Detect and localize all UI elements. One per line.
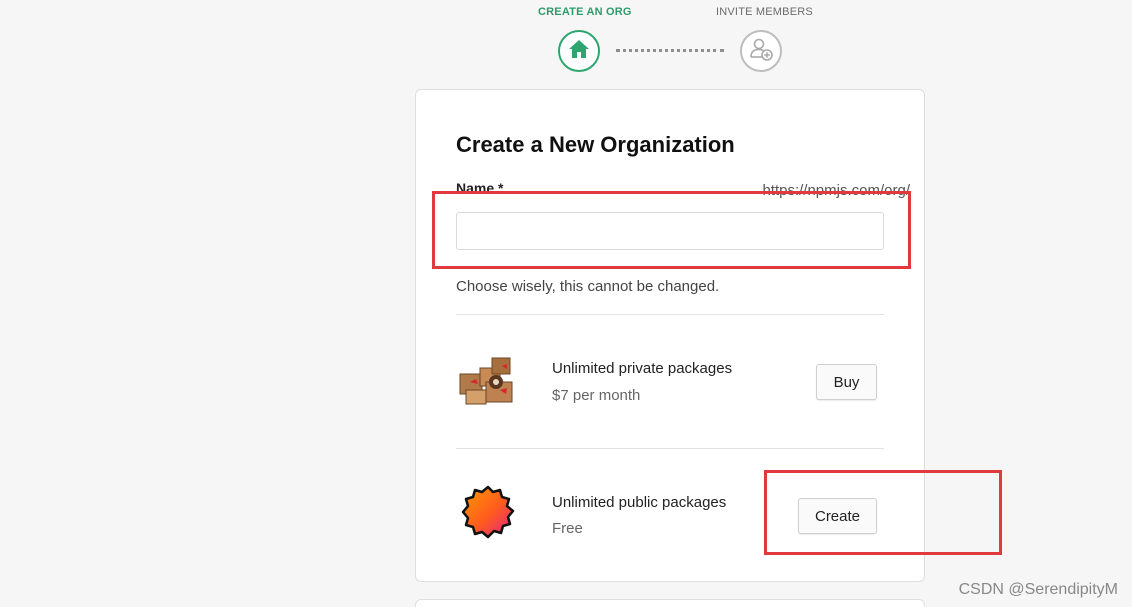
step-label-create-org: CREATE AN ORG (538, 6, 632, 18)
plan-price: $7 per month (552, 387, 641, 404)
name-field-highlight (432, 191, 911, 269)
plan-price: Free (552, 520, 583, 537)
buy-button[interactable]: Buy (816, 364, 877, 400)
step-connector (616, 49, 724, 52)
progress-stepper: CREATE AN ORG INVITE MEMBERS (0, 0, 1132, 80)
home-icon (568, 39, 590, 64)
name-hint: Choose wisely, this cannot be changed. (456, 278, 720, 295)
watermark: CSDN @SerendipityM (958, 581, 1118, 598)
plan-title: Unlimited private packages (552, 360, 733, 377)
divider (456, 448, 884, 449)
step-label-invite-members: INVITE MEMBERS (716, 6, 813, 18)
boxes-illustration-icon (456, 354, 520, 406)
orange-badge-icon (460, 484, 516, 540)
page-title: Create a New Organization (456, 132, 735, 157)
divider (456, 314, 884, 315)
plan-title: Unlimited public packages (552, 494, 727, 511)
next-card (415, 599, 925, 607)
step-invite-members (740, 30, 782, 72)
create-button-highlight (764, 470, 1002, 555)
step-create-org (558, 30, 600, 72)
add-user-icon (748, 36, 774, 67)
